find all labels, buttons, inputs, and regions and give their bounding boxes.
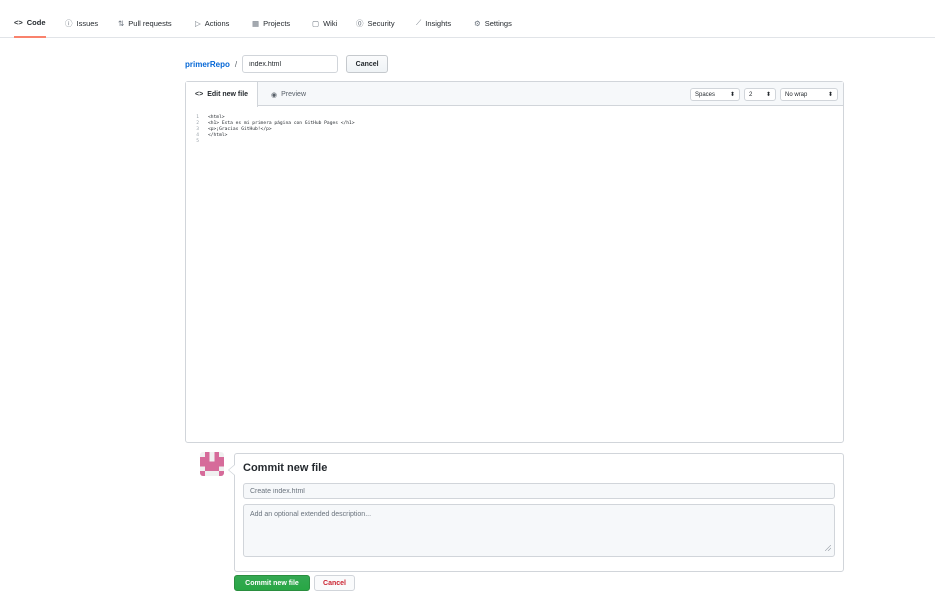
tab-label: Settings [484,18,512,28]
code-icon: <> [14,17,23,27]
line-number: 5 [196,139,199,145]
tab-projects[interactable]: ▦ Projects [252,8,290,38]
line-number: 4 [196,133,199,139]
select-arrows-icon: ⬍ [827,92,833,98]
filename-input[interactable] [242,55,339,73]
line-number: 3 [196,126,199,132]
book-icon: ▢ [312,18,320,28]
tab-label: Pull requests [128,18,172,28]
code-area[interactable]: 1 <html> 2 <h1> Esta es mi primera págin… [186,114,843,145]
shield-icon: ⓪ [356,18,364,28]
pull-request-icon: ⇅ [118,18,125,28]
commit-new-file-button[interactable]: Commit new file [234,575,310,591]
resize-grip-icon[interactable] [825,545,831,551]
graph-icon: ⟋ [416,18,422,27]
tab-label: Edit new file [207,91,249,98]
breadcrumb: primerRepo / Cancel [185,54,389,74]
tab-edit-new-file[interactable]: <> Edit new file [186,82,259,107]
tab-issues[interactable]: ⓘ Issues [65,8,98,38]
avatar[interactable] [200,452,224,476]
eye-icon: ◉ [271,91,278,99]
tab-pull-requests[interactable]: ⇅ Pull requests [118,8,172,38]
repo-nav: <> Code ⓘ Issues ⇅ Pull requests ▷ Actio… [0,8,935,38]
line-number: 1 [196,114,199,120]
line-content: <p>¡Gracias GitHub!</p> [208,126,272,132]
select-arrows-icon: ⬍ [729,92,735,98]
cancel-button[interactable]: Cancel [346,55,389,73]
line-number: 2 [196,120,199,126]
tab-preview[interactable]: ◉ Preview [262,82,315,107]
line-content: </html> [208,133,228,139]
breadcrumb-separator: / [234,59,238,69]
play-icon: ▷ [195,18,201,28]
code-line: 5 [186,139,843,145]
wrap-mode-select[interactable]: No wrap ⬍ [780,88,838,101]
tab-label: Wiki [323,18,338,28]
select-arrows-icon: ⬍ [765,92,771,98]
tab-label: Security [367,18,395,28]
tab-settings[interactable]: ⚙ Settings [474,8,512,38]
commit-description-input[interactable] [243,504,835,557]
tab-actions[interactable]: ▷ Actions [195,8,229,38]
line-content: <html> [208,114,225,120]
commit-message-input[interactable] [243,483,835,499]
gear-icon: ⚙ [474,18,481,28]
tab-label: Insights [425,18,452,28]
tab-label: Actions [204,18,230,28]
tab-code[interactable]: <> Code [14,8,46,38]
issue-icon: ⓘ [65,18,73,28]
tab-insights[interactable]: ⟋ Insights [416,8,451,38]
wrap-mode-value: No wrap [785,91,808,98]
tab-security[interactable]: ⓪ Security [356,8,395,38]
cancel-commit-button[interactable]: Cancel [314,575,355,591]
indent-mode-value: Spaces [695,91,716,98]
tab-label: Issues [76,18,99,28]
line-content: <h1> Esta es mi primera página con GitHu… [208,120,355,126]
commit-title: Commit new file [243,462,328,474]
commit-form: Commit new file [228,453,844,572]
file-editor: <> Edit new file ◉ Preview Spaces ⬍ 2 ⬍ … [185,81,844,443]
repo-link[interactable]: primerRepo [185,60,230,69]
tab-label: Preview [281,91,307,98]
tab-label: Code [26,17,46,27]
indent-mode-select[interactable]: Spaces ⬍ [690,88,740,101]
project-icon: ▦ [252,18,260,28]
indent-size-select[interactable]: 2 ⬍ [744,88,776,101]
code-icon: <> [195,91,204,98]
editor-toolbar: <> Edit new file ◉ Preview Spaces ⬍ 2 ⬍ … [186,82,843,107]
tab-label: Projects [263,18,291,28]
indent-size-value: 2 [749,91,753,98]
tab-wiki[interactable]: ▢ Wiki [312,8,337,38]
